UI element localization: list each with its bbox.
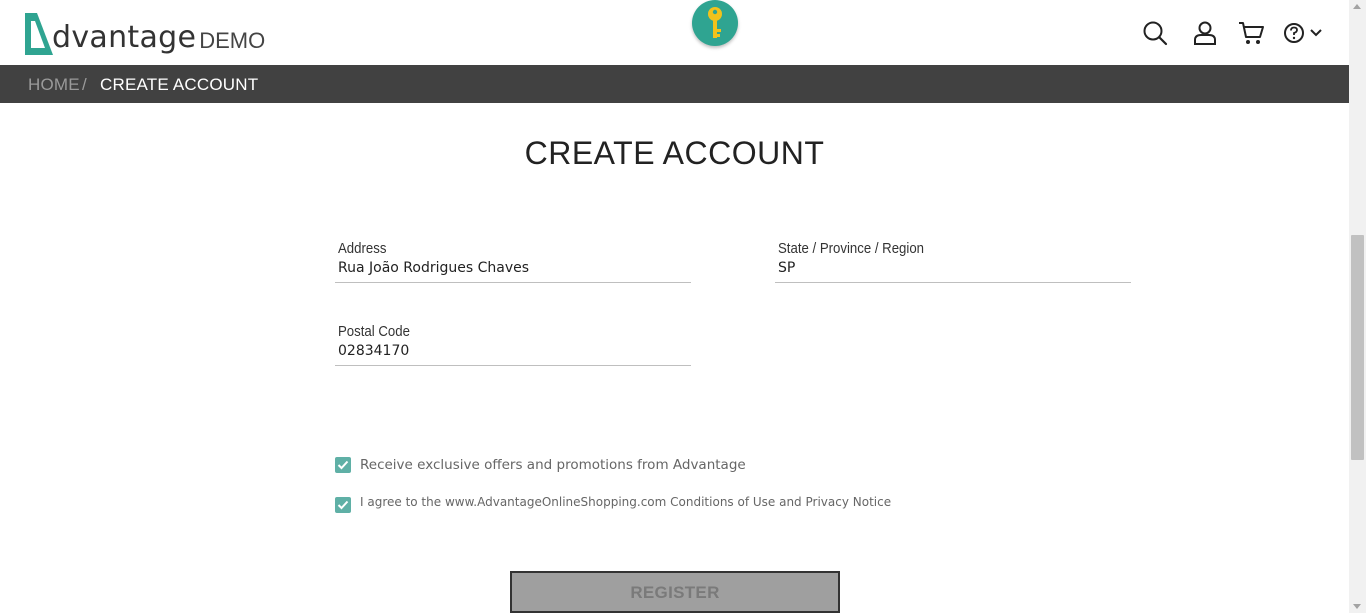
vertical-scrollbar[interactable] <box>1349 0 1366 613</box>
breadcrumb-separator: / <box>82 75 87 94</box>
state-field[interactable]: State / Province / Region <box>775 240 1131 283</box>
register-button[interactable]: REGISTER <box>510 571 840 613</box>
key-icon[interactable] <box>692 0 738 46</box>
brand-demo-label: DEMO <box>199 28 266 53</box>
postal-code-input[interactable] <box>338 343 678 359</box>
chevron-down-icon[interactable] <box>1308 18 1324 48</box>
state-label: State / Province / Region <box>778 240 925 257</box>
breadcrumb: HOME / CREATE ACCOUNT <box>0 65 1349 103</box>
postal-code-field[interactable]: Postal Code <box>335 323 691 366</box>
offers-checkbox[interactable] <box>335 457 351 473</box>
page-title: CREATE ACCOUNT <box>524 135 825 171</box>
breadcrumb-home-link[interactable]: HOME <box>28 75 80 95</box>
brand-logo[interactable]: dvantage DEMO <box>22 9 265 57</box>
agree-checkbox-row: I agree to the www.AdvantageOnlineShoppi… <box>335 495 892 513</box>
address-field[interactable]: Address <box>335 240 691 283</box>
check-icon <box>337 460 349 470</box>
offers-checkbox-row: Receive exclusive offers and promotions … <box>335 457 746 473</box>
user-icon[interactable] <box>1190 18 1220 48</box>
logo-a-icon <box>22 11 56 57</box>
scroll-down-arrow-icon[interactable] <box>1353 604 1361 609</box>
postal-code-label: Postal Code <box>338 323 410 340</box>
site-header: dvantage DEMO <box>0 0 1349 65</box>
address-label: Address <box>338 240 387 257</box>
offers-checkbox-label: Receive exclusive offers and promotions … <box>360 457 746 473</box>
help-icon[interactable] <box>1283 18 1305 48</box>
search-icon[interactable] <box>1140 18 1170 48</box>
scrollbar-thumb[interactable] <box>1351 235 1364 460</box>
scroll-up-arrow-icon[interactable] <box>1353 4 1361 9</box>
address-input[interactable] <box>338 260 678 276</box>
brand-name: dvantage <box>52 20 197 55</box>
agree-checkbox[interactable] <box>335 497 351 513</box>
breadcrumb-current: CREATE ACCOUNT <box>100 75 259 94</box>
agree-checkbox-label: I agree to the www.AdvantageOnlineShoppi… <box>360 495 892 509</box>
check-icon <box>337 500 349 510</box>
state-input[interactable] <box>778 260 1118 276</box>
cart-icon[interactable] <box>1236 18 1266 48</box>
